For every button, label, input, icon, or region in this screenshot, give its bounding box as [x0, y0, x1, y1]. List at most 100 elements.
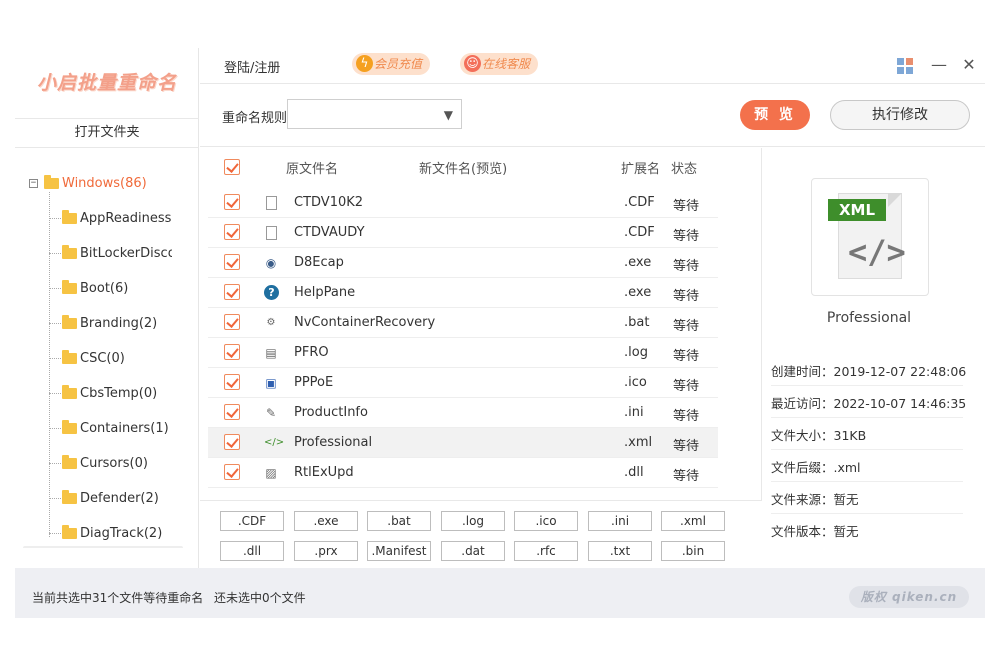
row-checkbox[interactable]	[224, 404, 240, 420]
tree-item[interactable]: Containers(1)	[49, 419, 169, 436]
rule-select[interactable]: ▼	[287, 99, 462, 129]
online-service-button[interactable]: ☺ 在线客服	[460, 53, 539, 75]
file-name: D8Ecap	[294, 255, 344, 270]
ext-button[interactable]: .bin	[661, 541, 725, 561]
online-service-label: 在线客服	[482, 57, 531, 71]
folder-icon	[62, 524, 77, 539]
folder-icon	[62, 244, 77, 259]
file-status: 等待	[673, 379, 700, 394]
table-row[interactable]: CTDVAUDY .CDF 等待	[208, 218, 718, 248]
tree-item[interactable]: Defender(2)	[49, 489, 159, 506]
collapse-icon[interactable]: −	[29, 178, 38, 188]
minimize-icon[interactable]: —	[930, 56, 948, 74]
headset-icon: ☺	[464, 55, 481, 72]
file-detail-panel: XML </> Professional 创建时间：2019-12-07 22:…	[763, 148, 985, 568]
table-row[interactable]: ⚙ NvContainerRecovery .bat 等待	[208, 308, 718, 338]
file-status: 等待	[673, 229, 700, 244]
detail-source: 文件来源：暂无	[771, 482, 963, 514]
file-ext: .bat	[624, 315, 650, 330]
file-ext: .xml	[624, 435, 653, 450]
tree-item[interactable]: AppReadiness(0)	[49, 209, 172, 226]
row-checkbox[interactable]	[224, 314, 240, 330]
header-status: 状态	[671, 162, 698, 177]
left-panel: 小启批量重命名 打开文件夹 − Windows(86) AppReadiness…	[15, 48, 199, 568]
folder-icon	[62, 384, 77, 399]
row-checkbox[interactable]	[224, 284, 240, 300]
tree-item[interactable]: CSC(0)	[49, 349, 125, 366]
tree-root-windows[interactable]: − Windows(86)	[29, 174, 147, 191]
table-row[interactable]: ▨ RtlExUpd .dll 等待	[208, 458, 718, 488]
row-checkbox[interactable]	[224, 254, 240, 270]
dropdown-arrow-icon[interactable]: ▼	[444, 108, 453, 122]
tree-item[interactable]: Boot(6)	[49, 279, 128, 296]
row-checkbox[interactable]	[224, 224, 240, 240]
ext-button[interactable]: .txt	[588, 541, 652, 561]
ext-button[interactable]: .rfc	[514, 541, 578, 561]
tree-item[interactable]: Branding(2)	[49, 314, 157, 331]
table-row[interactable]: CTDV10K2 .CDF 等待	[208, 188, 718, 218]
detail-file-name: Professional	[826, 310, 912, 326]
open-folder-button[interactable]: 打开文件夹	[15, 118, 199, 148]
table-row[interactable]: ◉ D8Ecap .exe 等待	[208, 248, 718, 278]
extension-filter-panel: .CDF .exe .bat .log .ico .ini .xml .dll …	[200, 500, 762, 568]
row-checkbox[interactable]	[224, 194, 240, 210]
row-checkbox[interactable]	[224, 434, 240, 450]
xml-tag-label: XML	[828, 199, 886, 221]
header-new-name: 新文件名(预览)	[419, 162, 508, 177]
tree-item[interactable]: BitLockerDiscoveryVolumeContents	[49, 244, 172, 261]
ext-button[interactable]: .prx	[294, 541, 358, 561]
folder-icon	[62, 454, 77, 469]
table-row[interactable]: ✎ ProductInfo .ini 等待	[208, 398, 718, 428]
detail-accessed: 最近访问：2022-10-07 14:46:35	[771, 386, 966, 418]
row-checkbox[interactable]	[224, 374, 240, 390]
tree-item-label: BitLockerDiscoveryVolumeContents	[80, 245, 172, 261]
tree-item[interactable]: Cursors(0)	[49, 454, 148, 471]
row-checkbox[interactable]	[224, 464, 240, 480]
file-status: 等待	[673, 349, 700, 364]
file-list-header: 原文件名 新文件名(预览) 扩展名 状态	[200, 148, 762, 184]
ext-button[interactable]: .dll	[220, 541, 284, 561]
file-list-scrollbar[interactable]	[734, 148, 746, 500]
ext-button[interactable]: .ico	[514, 511, 578, 531]
row-checkbox[interactable]	[224, 344, 240, 360]
file-name: PPPoE	[294, 375, 334, 390]
tree-item[interactable]: CbsTemp(0)	[49, 384, 157, 401]
table-row[interactable]: ▣ PPPoE .ico 等待	[208, 368, 718, 398]
folder-icon	[62, 349, 77, 364]
select-all-checkbox[interactable]	[224, 159, 240, 175]
grid-icon[interactable]	[897, 58, 913, 74]
file-ext: .dll	[624, 465, 644, 480]
file-status: 等待	[673, 259, 700, 274]
vip-recharge-button[interactable]: ϟ 会员充值	[352, 53, 431, 75]
tree-horizontal-scrollbar[interactable]	[23, 546, 183, 548]
lightning-icon: ϟ	[356, 55, 373, 72]
ext-button[interactable]: .dat	[441, 541, 505, 561]
table-row[interactable]: ▤ PFRO .log 等待	[208, 338, 718, 368]
preview-button[interactable]: 预 览	[740, 100, 810, 130]
ext-button[interactable]: .CDF	[220, 511, 284, 531]
tree-item-label: AppReadiness(0)	[80, 210, 172, 226]
app-window: 小启批量重命名 打开文件夹 − Windows(86) AppReadiness…	[15, 48, 985, 618]
copyright-badge: 版权 qiken.cn	[849, 586, 969, 608]
tree-item-label: CSC(0)	[80, 350, 125, 366]
table-row[interactable]: ? HelpPane .exe 等待	[208, 278, 718, 308]
rule-bar: 重命名规则 ▼ 预 览 执行修改	[200, 85, 985, 147]
file-name: HelpPane	[294, 285, 356, 300]
ext-button[interactable]: .ini	[588, 511, 652, 531]
execute-button[interactable]: 执行修改	[830, 100, 970, 130]
close-icon[interactable]: ✕	[960, 56, 978, 74]
ext-button[interactable]: .exe	[294, 511, 358, 531]
ext-button[interactable]: .bat	[367, 511, 431, 531]
xml-file-icon: XML </>	[811, 178, 929, 296]
file-ext: .ini	[624, 405, 644, 420]
rule-label: 重命名规则	[222, 111, 288, 126]
tree-item[interactable]: DiagTrack(2)	[49, 524, 162, 541]
ext-button[interactable]: .xml	[661, 511, 725, 531]
table-row-selected[interactable]: </> Professional .xml 等待	[208, 428, 718, 458]
detail-version: 文件版本：暂无	[771, 524, 859, 539]
ext-button[interactable]: .log	[441, 511, 505, 531]
file-ext: .ico	[624, 375, 647, 390]
login-link[interactable]: 登陆/注册	[224, 57, 280, 76]
ext-button[interactable]: .Manifest	[367, 541, 431, 561]
tree-root-label: Windows(86)	[62, 175, 147, 191]
